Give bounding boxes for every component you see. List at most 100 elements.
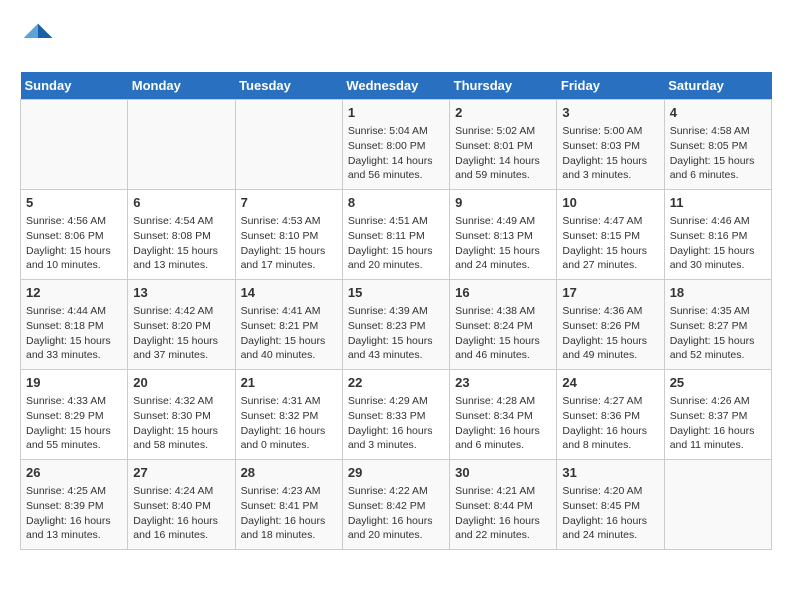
calendar-cell: 26 Sunrise: 4:25 AM Sunset: 8:39 PM Dayli…	[21, 460, 128, 550]
calendar-table: SundayMondayTuesdayWednesdayThursdayFrid…	[20, 72, 772, 550]
day-info: Sunrise: 4:51 AM Sunset: 8:11 PM Dayligh…	[348, 214, 444, 273]
day-number: 28	[241, 464, 337, 482]
calendar-cell: 23 Sunrise: 4:28 AM Sunset: 8:34 PM Dayli…	[450, 370, 557, 460]
day-number: 5	[26, 194, 122, 212]
calendar-cell: 2Sunrise: 5:02 AM Sunset: 8:01 PM Daylig…	[450, 100, 557, 190]
day-number: 12	[26, 284, 122, 302]
day-info: Sunrise: 4:24 AM Sunset: 8:40 PM Dayligh…	[133, 484, 229, 543]
calendar-cell: 11 Sunrise: 4:46 AM Sunset: 8:16 PM Dayli…	[664, 190, 771, 280]
calendar-header-row: SundayMondayTuesdayWednesdayThursdayFrid…	[21, 72, 772, 100]
day-number: 30	[455, 464, 551, 482]
day-info: Sunrise: 4:39 AM Sunset: 8:23 PM Dayligh…	[348, 304, 444, 363]
day-info: Sunrise: 4:41 AM Sunset: 8:21 PM Dayligh…	[241, 304, 337, 363]
calendar-cell: 8 Sunrise: 4:51 AM Sunset: 8:11 PM Daylig…	[342, 190, 449, 280]
day-number: 8	[348, 194, 444, 212]
day-info: Sunrise: 4:58 AM Sunset: 8:05 PM Dayligh…	[670, 124, 766, 183]
calendar-cell: 17Sunrise: 4:36 AM Sunset: 8:26 PM Dayli…	[557, 280, 664, 370]
day-info: Sunrise: 4:28 AM Sunset: 8:34 PM Dayligh…	[455, 394, 551, 453]
day-info: Sunrise: 4:25 AM Sunset: 8:39 PM Dayligh…	[26, 484, 122, 543]
day-number: 14	[241, 284, 337, 302]
header-day-saturday: Saturday	[664, 72, 771, 100]
calendar-cell: 6 Sunrise: 4:54 AM Sunset: 8:08 PM Daylig…	[128, 190, 235, 280]
calendar-cell: 25 Sunrise: 4:26 AM Sunset: 8:37 PM Dayli…	[664, 370, 771, 460]
calendar-cell: 30 Sunrise: 4:21 AM Sunset: 8:44 PM Dayli…	[450, 460, 557, 550]
day-number: 11	[670, 194, 766, 212]
day-number: 1	[348, 104, 444, 122]
day-number: 15	[348, 284, 444, 302]
header-day-tuesday: Tuesday	[235, 72, 342, 100]
calendar-cell: 10Sunrise: 4:47 AM Sunset: 8:15 PM Dayli…	[557, 190, 664, 280]
day-number: 27	[133, 464, 229, 482]
day-info: Sunrise: 4:54 AM Sunset: 8:08 PM Dayligh…	[133, 214, 229, 273]
calendar-cell: 18 Sunrise: 4:35 AM Sunset: 8:27 PM Dayli…	[664, 280, 771, 370]
calendar-cell: 27 Sunrise: 4:24 AM Sunset: 8:40 PM Dayli…	[128, 460, 235, 550]
calendar-cell: 20 Sunrise: 4:32 AM Sunset: 8:30 PM Dayli…	[128, 370, 235, 460]
day-info: Sunrise: 4:53 AM Sunset: 8:10 PM Dayligh…	[241, 214, 337, 273]
calendar-cell: 22Sunrise: 4:29 AM Sunset: 8:33 PM Dayli…	[342, 370, 449, 460]
calendar-cell: 21 Sunrise: 4:31 AM Sunset: 8:32 PM Dayli…	[235, 370, 342, 460]
calendar-cell: 29Sunrise: 4:22 AM Sunset: 8:42 PM Dayli…	[342, 460, 449, 550]
day-number: 18	[670, 284, 766, 302]
calendar-cell	[128, 100, 235, 190]
day-info: Sunrise: 4:33 AM Sunset: 8:29 PM Dayligh…	[26, 394, 122, 453]
day-number: 26	[26, 464, 122, 482]
day-info: Sunrise: 4:23 AM Sunset: 8:41 PM Dayligh…	[241, 484, 337, 543]
day-number: 9	[455, 194, 551, 212]
day-info: Sunrise: 5:02 AM Sunset: 8:01 PM Dayligh…	[455, 124, 551, 183]
calendar-cell: 15 Sunrise: 4:39 AM Sunset: 8:23 PM Dayli…	[342, 280, 449, 370]
calendar-cell: 1 Sunrise: 5:04 AM Sunset: 8:00 PM Daylig…	[342, 100, 449, 190]
header-day-friday: Friday	[557, 72, 664, 100]
logo	[20, 20, 62, 56]
day-info: Sunrise: 4:56 AM Sunset: 8:06 PM Dayligh…	[26, 214, 122, 273]
logo-icon	[20, 20, 56, 56]
calendar-week-2: 5 Sunrise: 4:56 AM Sunset: 8:06 PM Daylig…	[21, 190, 772, 280]
day-number: 13	[133, 284, 229, 302]
header-day-monday: Monday	[128, 72, 235, 100]
calendar-cell: 9 Sunrise: 4:49 AM Sunset: 8:13 PM Daylig…	[450, 190, 557, 280]
day-info: Sunrise: 4:27 AM Sunset: 8:36 PM Dayligh…	[562, 394, 658, 453]
day-info: Sunrise: 4:31 AM Sunset: 8:32 PM Dayligh…	[241, 394, 337, 453]
calendar-cell: 28 Sunrise: 4:23 AM Sunset: 8:41 PM Dayli…	[235, 460, 342, 550]
calendar-cell: 16 Sunrise: 4:38 AM Sunset: 8:24 PM Dayli…	[450, 280, 557, 370]
calendar-week-3: 12 Sunrise: 4:44 AM Sunset: 8:18 PM Dayli…	[21, 280, 772, 370]
calendar-cell: 7 Sunrise: 4:53 AM Sunset: 8:10 PM Daylig…	[235, 190, 342, 280]
day-info: Sunrise: 4:35 AM Sunset: 8:27 PM Dayligh…	[670, 304, 766, 363]
calendar-week-4: 19 Sunrise: 4:33 AM Sunset: 8:29 PM Dayli…	[21, 370, 772, 460]
calendar-cell: 4Sunrise: 4:58 AM Sunset: 8:05 PM Daylig…	[664, 100, 771, 190]
day-number: 20	[133, 374, 229, 392]
calendar-cell: 24Sunrise: 4:27 AM Sunset: 8:36 PM Dayli…	[557, 370, 664, 460]
calendar-cell: 14 Sunrise: 4:41 AM Sunset: 8:21 PM Dayli…	[235, 280, 342, 370]
day-info: Sunrise: 4:21 AM Sunset: 8:44 PM Dayligh…	[455, 484, 551, 543]
day-info: Sunrise: 4:46 AM Sunset: 8:16 PM Dayligh…	[670, 214, 766, 273]
day-number: 6	[133, 194, 229, 212]
day-number: 16	[455, 284, 551, 302]
day-info: Sunrise: 4:44 AM Sunset: 8:18 PM Dayligh…	[26, 304, 122, 363]
header-day-wednesday: Wednesday	[342, 72, 449, 100]
calendar-week-5: 26 Sunrise: 4:25 AM Sunset: 8:39 PM Dayli…	[21, 460, 772, 550]
day-number: 25	[670, 374, 766, 392]
day-info: Sunrise: 4:29 AM Sunset: 8:33 PM Dayligh…	[348, 394, 444, 453]
day-number: 3	[562, 104, 658, 122]
calendar-cell: 31Sunrise: 4:20 AM Sunset: 8:45 PM Dayli…	[557, 460, 664, 550]
day-number: 19	[26, 374, 122, 392]
day-number: 21	[241, 374, 337, 392]
day-number: 31	[562, 464, 658, 482]
header-day-thursday: Thursday	[450, 72, 557, 100]
day-info: Sunrise: 4:32 AM Sunset: 8:30 PM Dayligh…	[133, 394, 229, 453]
day-info: Sunrise: 5:04 AM Sunset: 8:00 PM Dayligh…	[348, 124, 444, 183]
day-number: 7	[241, 194, 337, 212]
day-info: Sunrise: 4:42 AM Sunset: 8:20 PM Dayligh…	[133, 304, 229, 363]
page-header	[20, 20, 772, 56]
day-number: 23	[455, 374, 551, 392]
calendar-cell	[21, 100, 128, 190]
calendar-cell: 12 Sunrise: 4:44 AM Sunset: 8:18 PM Dayli…	[21, 280, 128, 370]
day-info: Sunrise: 4:49 AM Sunset: 8:13 PM Dayligh…	[455, 214, 551, 273]
calendar-week-1: 1 Sunrise: 5:04 AM Sunset: 8:00 PM Daylig…	[21, 100, 772, 190]
day-info: Sunrise: 4:22 AM Sunset: 8:42 PM Dayligh…	[348, 484, 444, 543]
calendar-cell: 13 Sunrise: 4:42 AM Sunset: 8:20 PM Dayli…	[128, 280, 235, 370]
day-info: Sunrise: 5:00 AM Sunset: 8:03 PM Dayligh…	[562, 124, 658, 183]
day-info: Sunrise: 4:26 AM Sunset: 8:37 PM Dayligh…	[670, 394, 766, 453]
day-info: Sunrise: 4:38 AM Sunset: 8:24 PM Dayligh…	[455, 304, 551, 363]
calendar-cell	[664, 460, 771, 550]
day-info: Sunrise: 4:47 AM Sunset: 8:15 PM Dayligh…	[562, 214, 658, 273]
